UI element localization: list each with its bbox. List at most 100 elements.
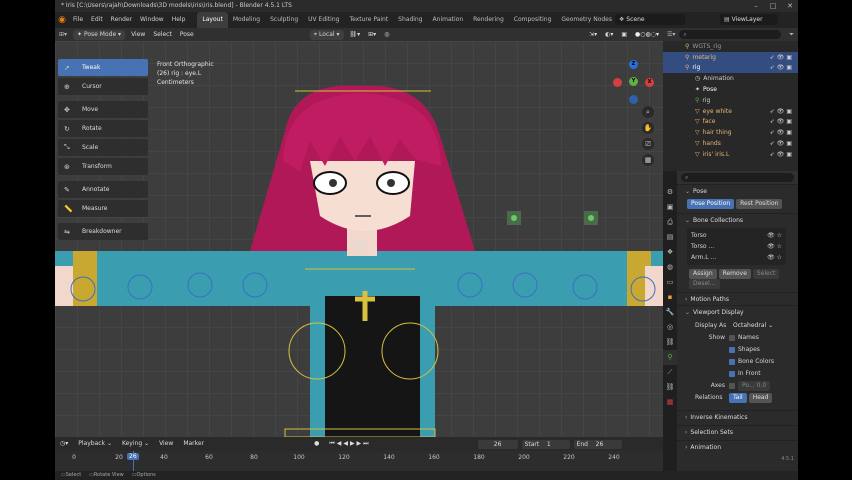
menu-pose[interactable]: Pose [176,28,198,41]
grid-toggle-icon[interactable]: ▦ [642,154,654,166]
section-motion-paths[interactable]: › Motion Paths [677,292,798,305]
scene-selector[interactable]: ❖ Scene [615,14,685,25]
transform-orientation[interactable]: ⌖ Local ▾ [309,29,344,40]
names-checkbox[interactable] [729,335,735,341]
eye-star-icons[interactable]: 👁 ☆ [767,230,782,241]
outliner-row[interactable]: ⚲ metarig ➶👁▣ [663,51,798,63]
section-inverse-kinematics[interactable]: › Inverse Kinematics [677,410,798,423]
section-pose[interactable]: ⌄ Pose [677,184,798,197]
tab-shading[interactable]: Shading [393,12,427,28]
tool-transform[interactable]: ⊛ Transform [58,158,148,175]
outliner-row[interactable]: ▽ eye white ➶👁▣ [663,106,798,117]
visibility-icons[interactable]: ➶👁▣ [770,64,794,71]
tab-animation[interactable]: Animation [428,12,469,28]
shapes-checkbox[interactable] [729,347,735,353]
assign-button[interactable]: Assign [689,269,717,279]
outliner-row[interactable]: ◷ Animation [663,73,798,84]
start-frame-field[interactable]: Start 1 [521,439,570,449]
visibility-icons[interactable]: ➶👁▣ [770,129,794,136]
timeline-ruler[interactable]: 0 20 40 60 80 100 120 140 160 180 200 22… [55,451,663,471]
overlay-toggle-icon[interactable]: ◐▾ [601,28,617,41]
world-tab-icon[interactable]: ◍ [663,260,677,275]
tail-button[interactable]: Tail [729,393,747,403]
menu-keying[interactable]: Keying ⌄ [117,437,154,451]
menu-window[interactable]: Window [136,12,168,28]
filter-icon[interactable]: ⏷ [785,31,798,39]
shading-solid-icon[interactable]: ●○◍◌▾ [631,28,663,41]
section-bone-collections[interactable]: ⌄ Bone Collections [677,213,798,226]
pan-hand-icon[interactable]: ✋ [642,122,654,134]
tool-tab-icon[interactable]: ⚙ [663,185,677,200]
menu-edit[interactable]: Edit [87,12,107,28]
menu-file[interactable]: File [69,12,87,28]
playhead[interactable]: 26 [127,453,139,460]
bone-collection-item[interactable]: Torso ... 👁 ☆ [691,241,782,252]
x-pos-axis-gizmo[interactable]: X [645,78,654,87]
outliner-row[interactable]: ▽ iris' iris.L ➶👁▣ [663,149,798,160]
bone-tab-icon[interactable]: ⟋ [663,365,677,380]
zoom-icon[interactable]: ⌕ [642,106,654,118]
physics-tab-icon[interactable]: ◎ [663,320,677,335]
eye-star-icons[interactable]: 👁 ☆ [767,241,782,252]
output-tab-icon[interactable]: ⎙ [663,215,677,230]
current-frame-field[interactable]: 26 [477,439,518,449]
tab-rendering[interactable]: Rendering [468,12,509,28]
x-axis-gizmo[interactable] [613,78,622,87]
bone-collection-item[interactable]: Torso 👁 ☆ [691,230,782,241]
menu-view[interactable]: View [154,437,178,451]
tool-scale[interactable]: ⤡ Scale [58,139,148,156]
bone-colors-checkbox[interactable] [729,359,735,365]
pivot-icon[interactable]: ⛓▾ [346,28,365,41]
mode-selector[interactable]: ✦ Pose Mode ▾ [73,29,126,40]
gizmo-toggle-icon[interactable]: ⇲▾ [585,28,601,41]
proportional-icon[interactable]: ◎ [380,28,393,41]
outliner-search-input[interactable]: ⌕ [679,30,782,39]
tool-rotate[interactable]: ↻ Rotate [58,120,148,137]
collection-tab-icon[interactable]: ▭ [663,275,677,290]
editor-type-icon[interactable]: ⊞▾ [55,28,71,41]
blender-logo-icon[interactable]: ◉ [55,12,69,28]
axes-position-field[interactable]: Po... 0.0 [738,381,771,391]
playback-controls-icons[interactable]: ⏮◀◀▶▶⏭ [324,437,375,451]
tab-uv-editing[interactable]: UV Editing [303,12,344,28]
maximize-icon[interactable]: □ [765,0,781,12]
outliner-type-icon[interactable]: ☰▾ [663,31,679,38]
end-frame-field[interactable]: End 26 [573,439,622,449]
pose-position-button[interactable]: Pose Position [687,199,735,209]
visibility-icons[interactable]: ➶👁▣ [770,140,794,147]
section-viewport-display[interactable]: ⌄ Viewport Display [677,305,798,318]
display-as-select[interactable]: Octahedral ⌄ [729,321,779,331]
bone-collection-item[interactable]: Arm.L ... 👁 ☆ [691,252,782,263]
tab-modeling[interactable]: Modeling [228,12,265,28]
visibility-icons[interactable]: ➶👁▣ [770,151,794,158]
deselect-button[interactable]: Desel... [689,279,720,289]
outliner-row[interactable]: ▽ hands ➶👁▣ [663,138,798,149]
minimize-icon[interactable]: – [748,0,764,12]
modifier-tab-icon[interactable]: 🔧 [663,305,677,320]
outliner-row[interactable]: ▽ hair thing ➶👁▣ [663,127,798,138]
tool-annotate[interactable]: ✎ Annotate [58,181,148,198]
outliner-row[interactable]: ⚲ rig ➶👁▣ [663,62,798,74]
menu-select[interactable]: Select [149,28,176,41]
tool-cursor[interactable]: ⊕ Cursor [58,78,148,95]
properties-search-input[interactable]: ⌕ [681,173,794,182]
visibility-icons[interactable]: ➶👁▣ [770,118,794,125]
scene-tab-icon[interactable]: ❖ [663,245,677,260]
view-layer-selector[interactable]: ▤ ViewLayer [720,14,778,25]
outliner-row[interactable]: ⚲ WGTS_rig [663,41,798,52]
object-tab-icon[interactable]: ▪ [663,290,677,305]
section-animation[interactable]: › Animation [677,440,798,453]
select-button[interactable]: Select [752,269,780,279]
outliner-row[interactable]: ▽ face ➶👁▣ [663,117,798,128]
record-icon[interactable]: ● [309,437,324,451]
menu-render[interactable]: Render [107,12,136,28]
bone-constraint-tab-icon[interactable]: ⛓ [663,380,677,395]
outliner-row[interactable]: ✦ Pose [663,84,798,95]
timeline-editor-icon[interactable]: ◷▾ [55,437,73,451]
menu-marker[interactable]: Marker [178,437,209,451]
z-axis-gizmo[interactable]: Z [629,60,638,69]
head-button[interactable]: Head [748,393,773,403]
render-tab-icon[interactable]: ▣ [663,200,677,215]
visibility-icons[interactable]: ➶👁▣ [770,108,794,115]
texture-tab-icon[interactable]: ▦ [663,395,677,410]
